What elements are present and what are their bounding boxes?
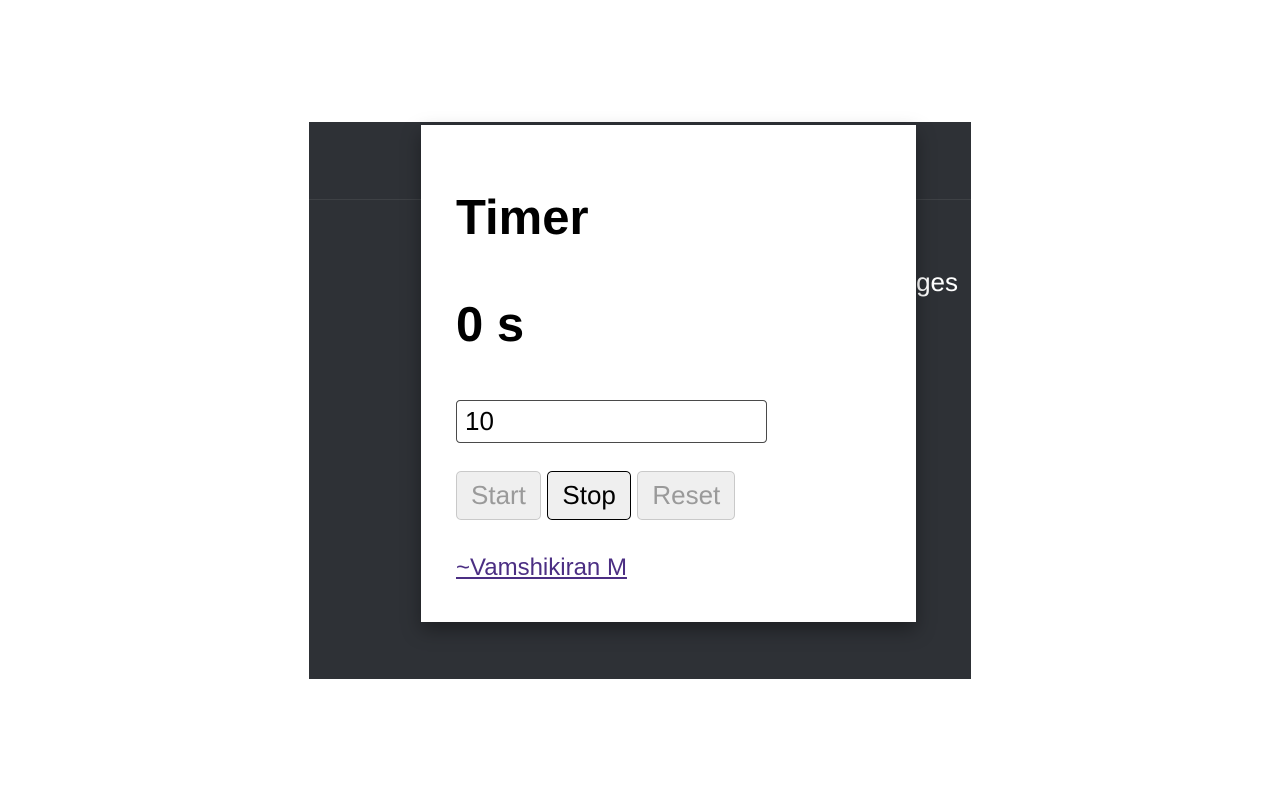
timer-input[interactable] — [456, 400, 767, 443]
credit-link[interactable]: ~Vamshikiran M — [456, 554, 627, 582]
background-label-pages: ges — [916, 267, 958, 298]
button-row: Start Stop Reset — [456, 471, 881, 520]
timer-value: 0 s — [456, 301, 881, 350]
stop-button[interactable]: Stop — [547, 471, 631, 520]
timer-title: Timer — [456, 190, 881, 246]
timer-card: Timer 0 s Start Stop Reset ~Vamshikiran … — [421, 125, 916, 622]
viewport: ges Timer 0 s Start Stop Reset ~Vamshiki… — [0, 0, 1280, 800]
start-button[interactable]: Start — [456, 471, 541, 520]
reset-button[interactable]: Reset — [637, 471, 735, 520]
background-panel: ges Timer 0 s Start Stop Reset ~Vamshiki… — [309, 122, 971, 679]
